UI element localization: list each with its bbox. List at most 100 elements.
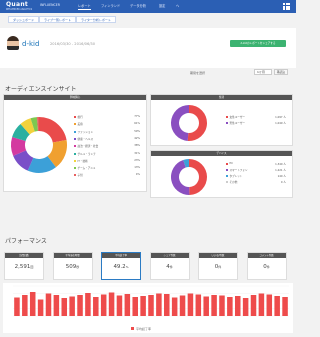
legend-label: 女性ユーザー bbox=[229, 116, 246, 119]
stat-card-avg-stay[interactable]: 平均滞在時間 509秒 bbox=[52, 252, 93, 280]
stat-card-comments[interactable]: コメント件数 0件 bbox=[246, 252, 287, 280]
bar bbox=[100, 294, 107, 316]
interests-slice bbox=[39, 117, 67, 143]
legend-value: 42% bbox=[134, 136, 140, 140]
legend-label: 美容 bbox=[77, 123, 83, 127]
bar bbox=[77, 295, 83, 316]
bar bbox=[108, 292, 115, 316]
gender-slice bbox=[187, 105, 208, 141]
legend-swatch bbox=[74, 152, 76, 155]
gender-panel: 性別 女性ユーザー 1,097 人男性ユーザー 1,049 人 bbox=[150, 94, 293, 146]
legend-swatch bbox=[226, 175, 228, 177]
period-select[interactable]: 1ヶ月 bbox=[254, 69, 272, 75]
bar bbox=[250, 295, 257, 316]
stat-card-likes[interactable]: いいね!件数 0件 bbox=[198, 252, 238, 280]
bar bbox=[164, 294, 170, 316]
legend-label: 健康・ヘルス bbox=[77, 137, 94, 141]
legend-item: 美容 bbox=[74, 122, 83, 126]
bar bbox=[203, 296, 209, 316]
legend-item: ファッション bbox=[74, 130, 93, 134]
stat-card-visits[interactable]: 訪問回数 2,591回 bbox=[4, 252, 44, 280]
breadcrumb-item-live-list[interactable]: ライブ一覧レポート bbox=[39, 16, 77, 23]
nav-item-help[interactable]: ヘ bbox=[176, 3, 179, 8]
nav-item-settings[interactable]: 設定 bbox=[159, 3, 165, 8]
device-donut-chart bbox=[171, 159, 208, 195]
reload-button[interactable]: 再読込 bbox=[274, 69, 288, 75]
legend-value: 1,097 人 bbox=[275, 116, 286, 119]
stat-card-label: 平均読了率 bbox=[102, 253, 140, 258]
stat-value-number: 2,591 bbox=[14, 264, 31, 270]
legend-swatch bbox=[226, 162, 228, 165]
share-report-button[interactable]: d-kidのレポートをシェアする bbox=[230, 40, 286, 47]
legend-item: 女性ユーザー bbox=[226, 115, 245, 119]
device-panel: デバイス PC 1,340 人スマートフォン 1,221 人タブレット 140 人その… bbox=[150, 150, 293, 198]
app-logo-subtitle: INFLUENCER ANALYTICS bbox=[6, 8, 33, 11]
app-logo[interactable]: Quant bbox=[6, 1, 28, 8]
interests-donut-chart bbox=[10, 117, 67, 173]
stat-value-unit: 秒 bbox=[76, 265, 80, 269]
audience-section-title: オーディエンスインサイト bbox=[5, 86, 77, 93]
bar bbox=[69, 296, 75, 316]
bar bbox=[124, 294, 131, 316]
nav-item-report[interactable]: レポート bbox=[78, 3, 91, 10]
stat-value-number: 49.2 bbox=[113, 264, 126, 270]
legend-swatch bbox=[226, 116, 228, 118]
legend-label: スマートフォン bbox=[229, 169, 248, 172]
legend-item: 子供 bbox=[74, 173, 83, 177]
legend-item: PC bbox=[226, 162, 233, 165]
performance-section-title: パフォーマンス bbox=[5, 238, 47, 245]
breadcrumb-item-dashboard[interactable]: ダッシュボード bbox=[8, 16, 40, 23]
stat-card-label: 平均滞在時間 bbox=[53, 253, 92, 258]
legend-value: 140 人 bbox=[277, 175, 286, 178]
legend-swatch bbox=[74, 159, 76, 162]
device-panel-head: デバイス bbox=[151, 151, 292, 156]
reading-rate-bar-chart: 平均読了率 bbox=[3, 283, 293, 333]
bar bbox=[61, 298, 68, 316]
legend-item: 男性ユーザー bbox=[226, 121, 245, 125]
legend-value: 23% bbox=[134, 158, 140, 162]
nav-item-finland[interactable]: フィンランド bbox=[101, 3, 120, 8]
bar-chart-svg: 平均読了率 bbox=[13, 285, 289, 331]
nav-item-analysis[interactable]: データ分析 bbox=[130, 3, 146, 8]
stat-value-unit: 件 bbox=[218, 265, 222, 269]
stat-card-avg-read-rate[interactable]: 平均読了率 49.2% bbox=[101, 252, 141, 280]
bar bbox=[187, 293, 194, 316]
legend-swatch bbox=[226, 122, 228, 124]
stat-card-value: 0件 bbox=[248, 264, 286, 270]
stat-card-label: シェア件数 bbox=[150, 253, 189, 258]
stat-card-label: 訪問回数 bbox=[5, 253, 43, 258]
bar bbox=[156, 293, 162, 316]
stat-value-unit: 回 bbox=[30, 265, 34, 269]
gender-slice bbox=[171, 105, 189, 141]
legend-label: PC bbox=[229, 162, 233, 165]
legend-label: IT・技術 bbox=[77, 159, 88, 163]
breadcrumb-item-writer-report[interactable]: ライター分析レポート bbox=[76, 16, 116, 23]
legend-item: 旅行 bbox=[74, 115, 83, 119]
legend-swatch bbox=[74, 137, 76, 140]
bar bbox=[85, 293, 91, 316]
breadcrumb: ダッシュボード ライブ一覧レポート ライター分析レポート bbox=[8, 16, 116, 23]
bar bbox=[195, 294, 202, 316]
stat-card-label: コメント件数 bbox=[247, 253, 286, 258]
stat-value-unit: 件 bbox=[169, 265, 173, 269]
bar bbox=[37, 299, 44, 316]
date-range: 2016/03/30 - 2016/06/30 bbox=[50, 42, 96, 46]
bar bbox=[242, 298, 249, 316]
legend-item: スマートフォン bbox=[226, 168, 248, 172]
apps-grid-icon[interactable] bbox=[283, 3, 290, 10]
bar bbox=[132, 297, 138, 316]
legend-value: 59% bbox=[134, 129, 140, 133]
bar bbox=[53, 295, 60, 316]
nav-item-influencer[interactable]: INFLUENCER bbox=[40, 3, 60, 7]
legend-value: 13% bbox=[134, 166, 140, 170]
avatar bbox=[7, 36, 19, 50]
legend-value: 1,221 人 bbox=[275, 169, 286, 172]
legend-swatch bbox=[74, 167, 76, 170]
bar bbox=[227, 297, 233, 316]
stat-card-shares[interactable]: シェア件数 4件 bbox=[149, 252, 190, 280]
legend-label: 子供 bbox=[77, 174, 83, 178]
legend-label: 男性ユーザー bbox=[229, 122, 246, 125]
legend-label: ゲーム・アニメ bbox=[77, 167, 96, 171]
legend-item: 健康・ヘルス bbox=[74, 137, 93, 141]
legend-value: 77% bbox=[134, 115, 140, 118]
